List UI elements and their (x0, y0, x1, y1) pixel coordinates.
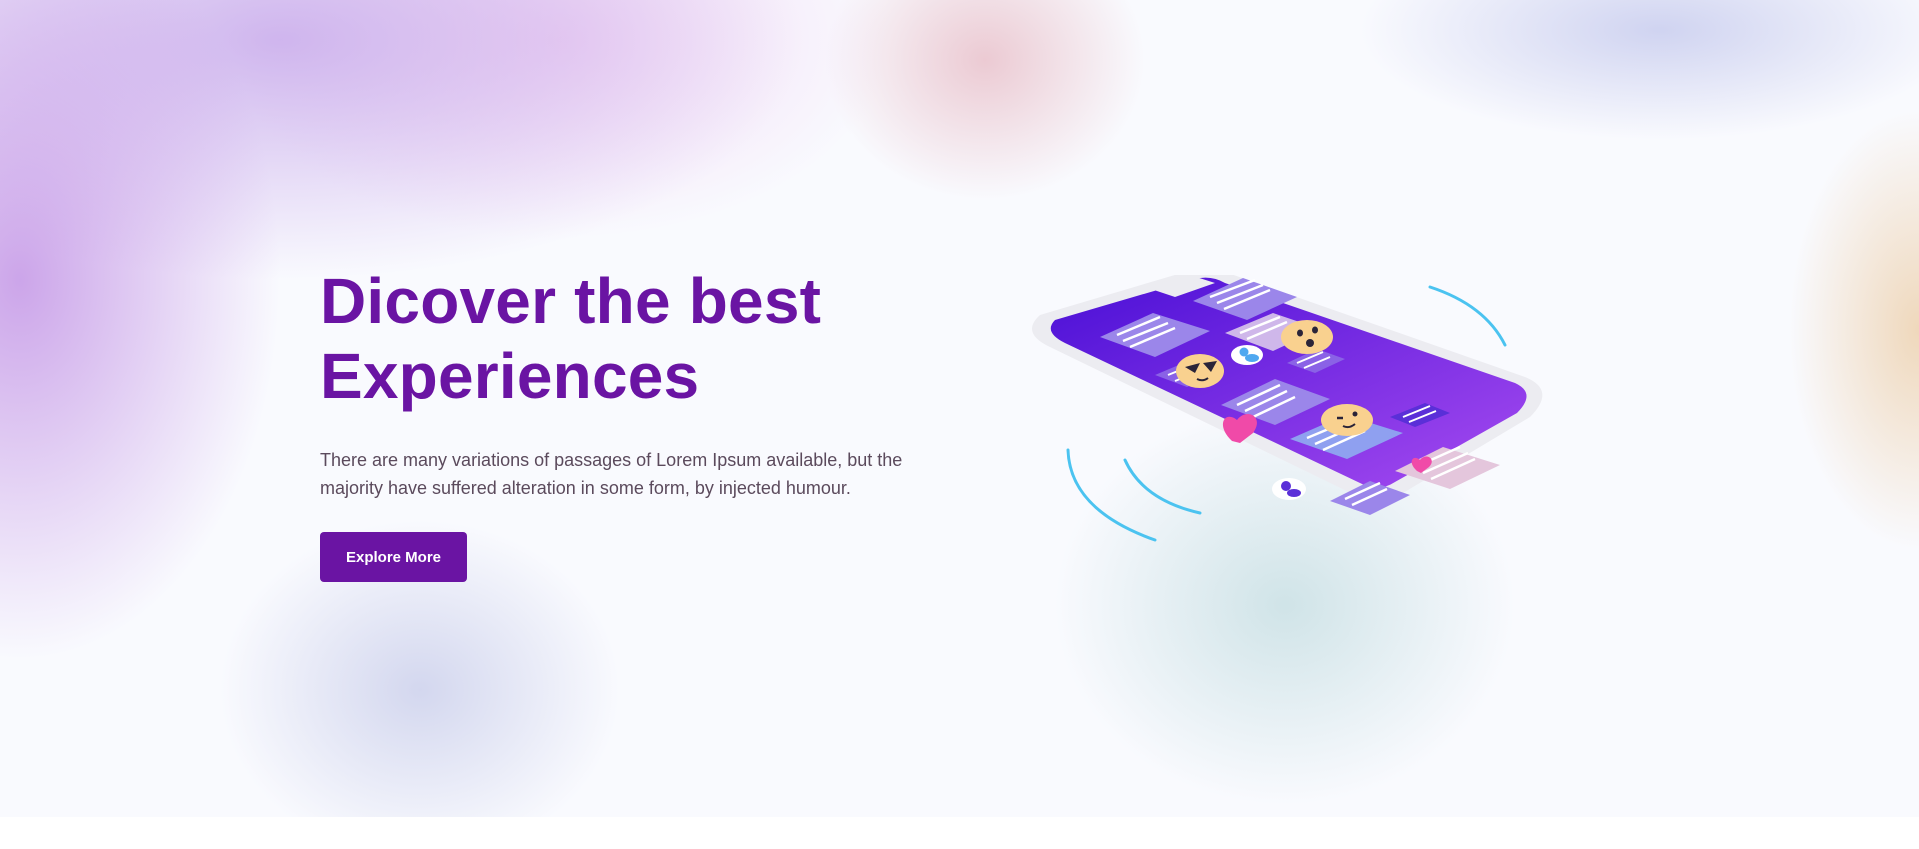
phone-chat-illustration-icon (1032, 275, 1543, 542)
wave-icon (1066, 448, 1157, 542)
winking-face-emoji-icon (1321, 404, 1373, 436)
hero-title-line-2: Experiences (320, 340, 700, 412)
avatar-icon (1231, 345, 1263, 365)
avatar-icon (1272, 478, 1306, 500)
explore-more-button[interactable]: Explore More (320, 532, 467, 582)
wave-icon (1123, 458, 1202, 515)
hero-title: Dicover the best Experiences (320, 264, 960, 414)
hero-title-line-1: Dicover the best (320, 265, 822, 337)
surprised-face-emoji-icon (1281, 320, 1333, 354)
hero-section: Dicover the best Experiences There are m… (0, 0, 1919, 817)
cool-face-emoji-icon (1176, 354, 1224, 388)
hero-description: There are many variations of passages of… (320, 450, 903, 498)
wave-icon (1428, 285, 1507, 347)
page-bottom-strip (0, 817, 1919, 849)
hero-content: Dicover the best Experiences There are m… (320, 264, 960, 582)
